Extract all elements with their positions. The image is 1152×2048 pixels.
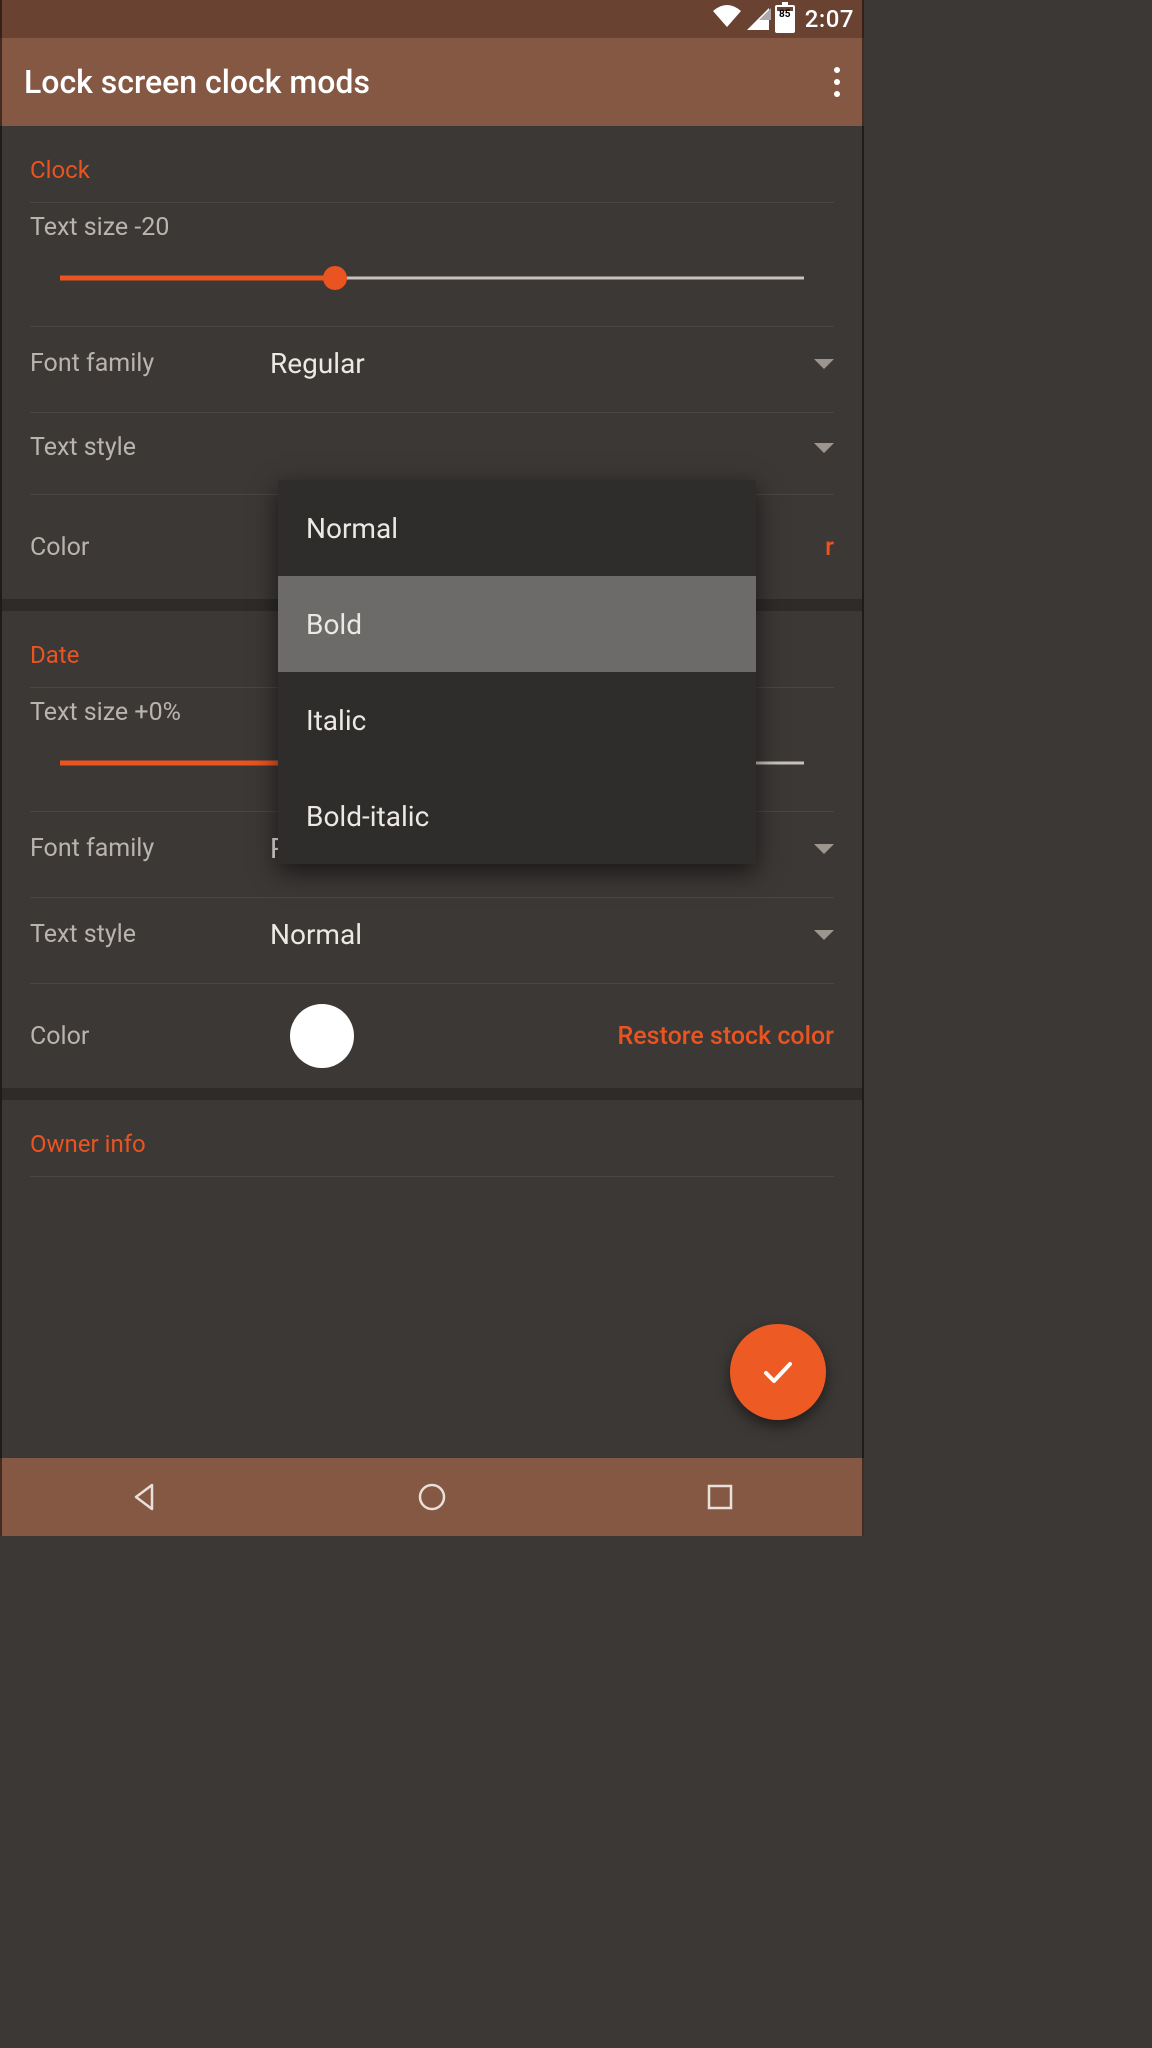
app-bar: Lock screen clock mods: [0, 38, 864, 126]
nav-recents-button[interactable]: [700, 1477, 740, 1517]
date-restore-color-button[interactable]: Restore stock color: [618, 1022, 834, 1051]
section-header-clock: Clock: [2, 136, 862, 190]
battery-icon: 85: [775, 5, 795, 33]
overflow-menu-button[interactable]: [828, 61, 840, 103]
date-text-style-label: Text style: [30, 920, 270, 949]
clock-restore-color-button[interactable]: r: [825, 533, 834, 562]
clock-color-label: Color: [30, 533, 270, 562]
date-color-label: Color: [30, 1022, 270, 1051]
wifi-icon: [713, 5, 741, 33]
clock-font-family-row[interactable]: Font family Regular: [2, 327, 862, 400]
clock-font-family-label: Font family: [30, 349, 270, 378]
chevron-down-icon: [814, 359, 834, 369]
clock-text-size-row: Text size -20: [2, 203, 862, 314]
navigation-bar: [0, 1458, 864, 1536]
battery-level: 85: [777, 9, 793, 20]
dropdown-option-bold[interactable]: Bold: [278, 576, 756, 672]
chevron-down-icon: [814, 930, 834, 940]
chevron-down-icon: [814, 443, 834, 453]
section-header-owner-info: Owner info: [2, 1110, 862, 1164]
section-owner-info: Owner info: [2, 1100, 862, 1237]
date-font-family-label: Font family: [30, 834, 270, 863]
status-time: 2:07: [805, 5, 854, 33]
check-icon: [756, 1350, 800, 1394]
clock-text-style-label: Text style: [30, 433, 270, 462]
clock-text-size-slider[interactable]: [60, 262, 804, 294]
cell-signal-icon: [747, 8, 769, 30]
text-style-dropdown: Normal Bold Italic Bold-italic: [278, 480, 756, 864]
dropdown-option-italic[interactable]: Italic: [278, 672, 756, 768]
date-color-swatch[interactable]: [290, 1004, 354, 1068]
clock-text-size-label: Text size -20: [30, 213, 834, 242]
nav-back-button[interactable]: [124, 1477, 164, 1517]
dropdown-option-normal[interactable]: Normal: [278, 480, 756, 576]
page-title: Lock screen clock mods: [24, 63, 370, 101]
chevron-down-icon: [814, 844, 834, 854]
clock-text-style-row[interactable]: Text style: [2, 413, 862, 482]
nav-home-button[interactable]: [412, 1477, 452, 1517]
clock-font-family-value: Regular: [270, 347, 814, 380]
date-text-style-row[interactable]: Text style Normal: [2, 898, 862, 971]
apply-fab[interactable]: [730, 1324, 826, 1420]
status-bar: 85 2:07: [0, 0, 864, 38]
date-text-style-value: Normal: [270, 918, 814, 951]
date-color-row: Color Restore stock color: [2, 984, 862, 1088]
dropdown-option-bold-italic[interactable]: Bold-italic: [278, 768, 756, 864]
